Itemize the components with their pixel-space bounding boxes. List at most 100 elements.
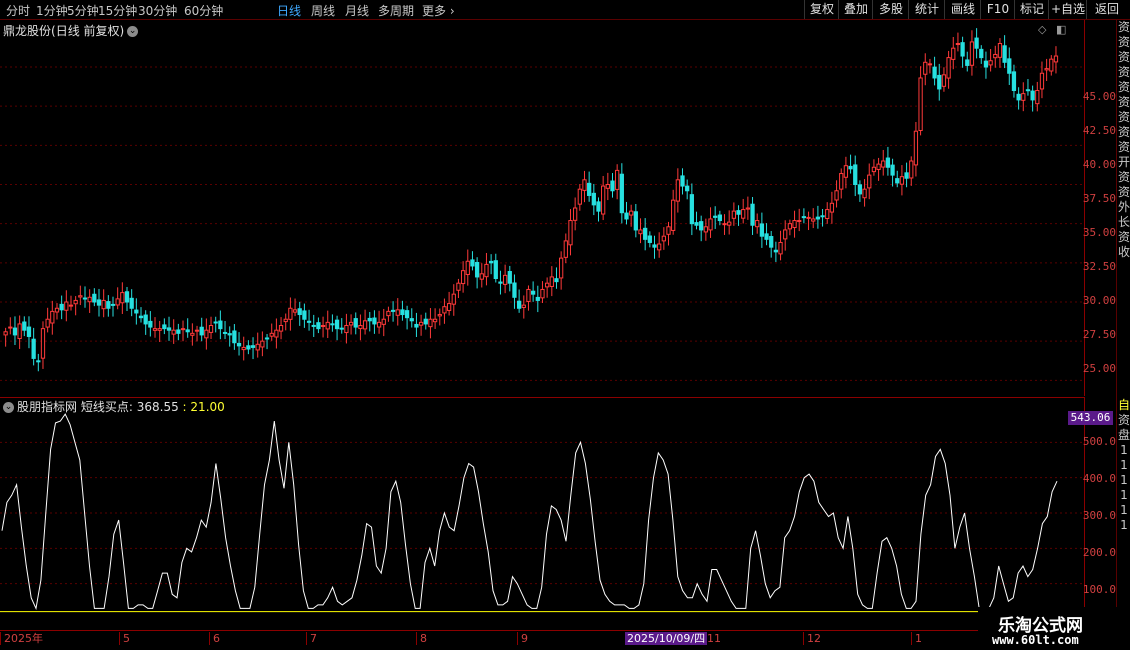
candle-body [717,214,722,222]
cursor-date-label: 2025/10/09/四 [625,632,708,645]
timeframe-monthly[interactable]: 月线 [345,2,369,19]
f10-button[interactable]: F10 [980,0,1015,19]
candle-body [498,281,503,284]
candle-body [260,340,265,348]
candle-body [432,318,438,323]
overlay-button[interactable]: 叠加 [838,0,873,19]
add-watchlist-button[interactable]: +自选 [1048,0,1087,19]
candle [204,318,209,350]
candle [685,179,690,200]
candle-body [470,259,475,267]
candle-body [633,211,638,231]
candle [559,251,564,290]
candle-body [867,174,872,189]
candle-body [755,220,760,228]
back-button[interactable]: 返回 [1086,0,1127,19]
right-info-strip[interactable]: 资资资资资资资资资开资资外长资收 自资盘111111 [1116,20,1130,630]
timeframe-multi[interactable]: 多周期 [378,2,414,19]
timeframe-15min[interactable]: 15分钟 [98,2,137,19]
right-strip-char: 资 [1117,80,1130,94]
candle [549,266,554,297]
candle-body [1044,68,1049,71]
candle [110,296,116,317]
candle-body [955,43,961,46]
candle [390,301,396,322]
timeframe-more[interactable]: 更多 › [422,2,455,19]
price-tick: 32.50 [1082,260,1116,273]
timeframe-weekly[interactable]: 周线 [311,2,335,19]
timeframe-daily[interactable]: 日线 [277,2,301,19]
candle-body [661,235,666,242]
candle [713,206,718,229]
timeframe-intraday[interactable]: 分时 [6,2,30,19]
candle-body [283,318,288,323]
candle [811,208,816,229]
candle-body [927,63,933,66]
multi-stock-button[interactable]: 多股 [872,0,909,19]
candle-body [997,43,1003,58]
right-strip-char: 资 [1117,413,1130,427]
candle [283,313,288,331]
candle-body [68,304,74,307]
candle-body [531,290,536,295]
candle-body [316,322,321,330]
candle-body [31,338,36,359]
timeframe-30min[interactable]: 30分钟 [138,2,177,19]
candle-body [624,212,629,220]
candle-body [106,301,111,309]
candle-body [204,329,209,339]
candle [414,312,419,337]
candle-body [778,241,783,255]
candle [1035,81,1040,112]
right-strip-char: 1 [1120,488,1128,502]
adjust-button[interactable]: 复权 [804,0,839,19]
candle-body [1007,58,1012,74]
candle [1044,58,1049,81]
mark-button[interactable]: 标记 [1014,0,1049,19]
candle-body [59,303,64,311]
draw-line-button[interactable]: 画线 [944,0,981,19]
timeframe-1min[interactable]: 1分钟 [36,2,68,19]
timeframe-5min[interactable]: 5分钟 [67,2,99,19]
candle [404,305,410,330]
candle [1053,46,1059,74]
candle [675,168,680,213]
candle [731,202,736,226]
candle-body [418,321,424,326]
statistics-button[interactable]: 统计 [908,0,945,19]
candle-body [222,331,228,334]
candle-body [194,329,200,332]
candle-body [110,303,116,306]
right-strip-char: 收 [1117,245,1130,259]
candle-body [129,297,134,309]
candle [801,208,807,224]
candle-body [521,304,526,308]
candle-body [890,164,895,176]
date-tick: 2025年 [0,632,43,645]
timeframe-60min[interactable]: 60分钟 [184,2,223,19]
indicator-panel [0,397,1085,629]
candle [124,286,130,311]
right-strip-char: 盘 [1117,428,1130,442]
right-strip-char: 资 [1117,20,1130,34]
candle [180,320,186,342]
candle-body [101,299,106,310]
candle-body [829,202,835,213]
candle-body [591,192,596,206]
candle-body [143,314,148,325]
candle-body [713,215,718,218]
candle [260,331,265,357]
candle [815,205,821,229]
candle [1007,47,1012,85]
candle [727,210,732,235]
candle [601,175,606,221]
candle-body [731,210,736,219]
candle [703,218,708,241]
candle [1002,35,1007,69]
candle [652,235,657,259]
candle-body [232,330,237,344]
candle [904,162,909,188]
candle-body [601,185,606,215]
candle-body [423,318,428,325]
candle-body [1002,45,1007,63]
